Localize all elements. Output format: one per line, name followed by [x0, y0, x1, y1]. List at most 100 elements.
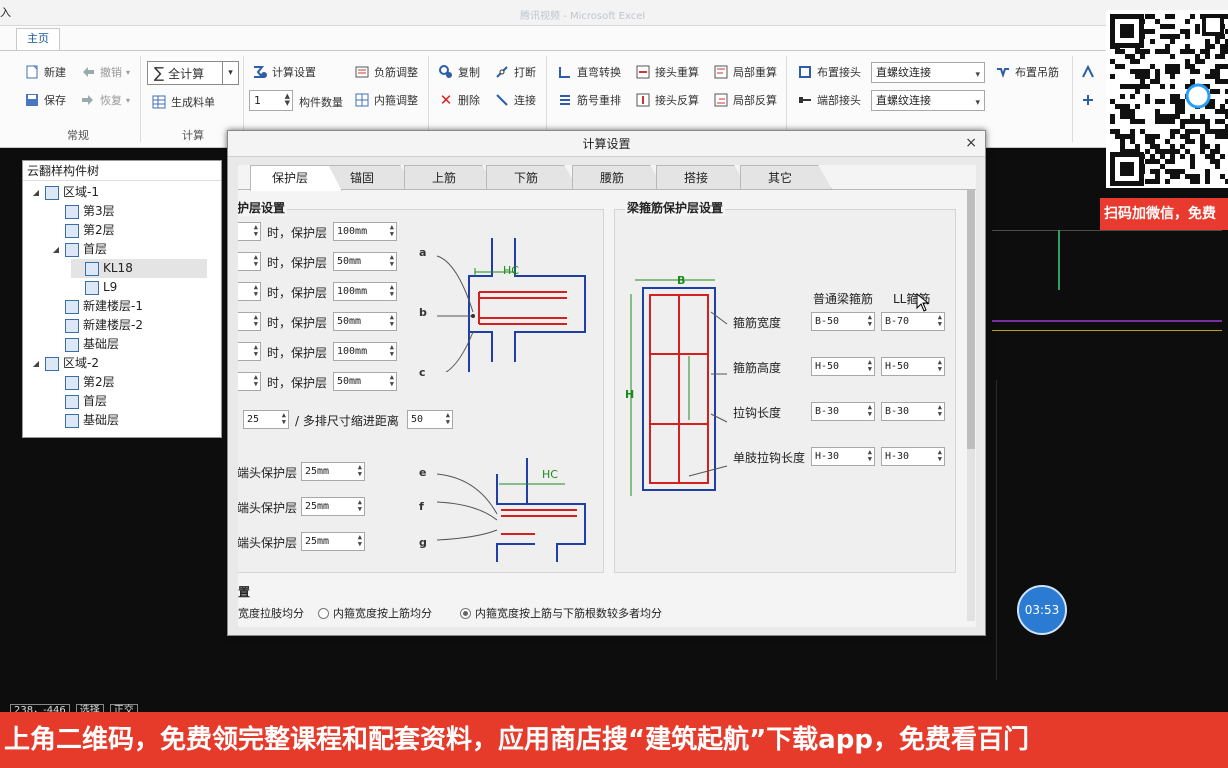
joint-type-select-2[interactable]: 直螺纹连接 ▾ [871, 90, 985, 111]
option-split-top[interactable]: 内箍宽度按上筋均分 [318, 605, 432, 621]
joint-recalc-button[interactable]: 接头重算 [635, 64, 699, 80]
multi-row-indent-stepper[interactable]: 50 ▲ ▼ [407, 410, 453, 429]
rebar-reorder-button[interactable]: 筋号重排 [557, 92, 621, 108]
cover-value-stepper[interactable]: 50mm ▲ ▼ [333, 372, 397, 391]
end-cover-stepper[interactable]: 25mm ▲ ▼ [301, 532, 365, 551]
cover-value-stepper[interactable]: 50mm ▲ ▼ [333, 252, 397, 271]
ll-stirrup-stepper[interactable]: B-30 ▲ ▼ [881, 402, 945, 421]
straight-bend-convert-button[interactable]: 直弯转换 [557, 64, 621, 80]
delete-button[interactable]: ✕ 删除 [438, 92, 480, 108]
expand-toggle-icon[interactable]: ◢ [31, 354, 41, 373]
spin-arrows-icon[interactable]: ▲ ▼ [358, 464, 362, 478]
tree-node[interactable]: 第2层 [51, 221, 115, 240]
spin-arrows-icon[interactable]: ▲ ▼ [390, 314, 394, 328]
tab-6[interactable]: 搭接 [656, 165, 748, 189]
tree-node[interactable]: 第3层 [51, 202, 115, 221]
connect-button[interactable]: 连接 [494, 92, 536, 108]
spin-arrows-icon[interactable]: ▲ ▼ [285, 93, 290, 107]
radio-selected-icon[interactable] [460, 607, 471, 619]
count-stepper[interactable]: 1 ▲ ▼ [249, 90, 293, 111]
tab-5[interactable]: 腰筋 [572, 165, 664, 189]
spin-arrows-icon[interactable]: ▲ ▼ [282, 412, 286, 426]
joint-type-select-1[interactable]: 直螺纹连接 ▾ [871, 62, 985, 83]
arrange-joint-button[interactable]: 布置接头 [797, 64, 861, 80]
local-reverse-button[interactable]: 局部反算 [713, 92, 777, 108]
tree-node[interactable]: 基础层 [51, 411, 119, 430]
arrange-hanger-button[interactable]: 布置吊筋 [995, 64, 1059, 80]
normal-stirrup-stepper[interactable]: B-30 ▲ ▼ [811, 402, 875, 421]
copy-button[interactable]: 复制 [438, 64, 480, 80]
spin-arrows-icon[interactable]: ▲ ▼ [254, 344, 258, 358]
radio-icon[interactable] [318, 607, 329, 619]
tree-node[interactable]: ◢ 区域-1 [31, 183, 99, 202]
tree-node[interactable]: 新建楼层-2 [51, 316, 143, 335]
ll-stirrup-stepper[interactable]: B-70 ▲ ▼ [881, 312, 945, 331]
spin-arrows-icon[interactable]: ▲ ▼ [254, 314, 258, 328]
calc-all-button[interactable]: ∑ 全计算 ▾ [147, 61, 239, 85]
undo-button[interactable]: 撤销 ▾ [80, 64, 130, 80]
condition-stepper[interactable]: ▲ ▼ [238, 222, 261, 241]
spin-arrows-icon[interactable]: ▲ ▼ [390, 374, 394, 388]
spin-arrows-icon[interactable]: ▲ ▼ [868, 314, 872, 328]
spin-arrows-icon[interactable]: ▲ ▼ [254, 254, 258, 268]
spin-arrows-icon[interactable]: ▲ ▼ [868, 359, 872, 373]
spin-arrows-icon[interactable]: ▲ ▼ [358, 534, 362, 548]
dialog-scrollbar[interactable] [967, 189, 975, 621]
tab-home[interactable]: 主页 [16, 28, 60, 50]
spin-arrows-icon[interactable]: ▲ ▼ [254, 224, 258, 238]
tree-node[interactable]: ◢ 区域-2 [31, 354, 99, 373]
cover-value-stepper[interactable]: 100mm ▲ ▼ [333, 342, 397, 361]
spin-arrows-icon[interactable]: ▲ ▼ [868, 449, 872, 463]
save-button[interactable]: 保存 [24, 92, 66, 108]
negative-rebar-adjust-button[interactable]: 负筋调整 [354, 64, 418, 80]
calc-settings-button[interactable]: 计算设置 [252, 64, 316, 80]
tab-3[interactable]: 上筋 [404, 165, 496, 189]
spin-arrows-icon[interactable]: ▲ ▼ [390, 254, 394, 268]
local-recalc-button[interactable]: 局部重算 [713, 64, 777, 80]
spin-arrows-icon[interactable]: ▲ ▼ [446, 412, 450, 426]
scroll-thumb[interactable] [967, 189, 975, 449]
spin-arrows-icon[interactable]: ▲ ▼ [390, 344, 394, 358]
spin-arrows-icon[interactable]: ▲ ▼ [938, 314, 942, 328]
multi-row-stepper[interactable]: 25 ▲ ▼ [243, 410, 289, 429]
end-cover-stepper[interactable]: 25mm ▲ ▼ [301, 462, 365, 481]
option-split-max[interactable]: 内箍宽度按上筋与下筋根数较多者均分 [460, 605, 662, 621]
generate-bom-button[interactable]: 生成料单 [151, 94, 215, 110]
tree-node[interactable]: 首层 [51, 392, 107, 411]
extra-tool-icon-2[interactable] [1080, 92, 1096, 108]
spin-arrows-icon[interactable]: ▲ ▼ [938, 404, 942, 418]
spin-arrows-icon[interactable]: ▲ ▼ [358, 499, 362, 513]
tab-4[interactable]: 下筋 [486, 165, 578, 189]
tree-node[interactable]: KL18 [71, 259, 207, 278]
end-cover-stepper[interactable]: 25mm ▲ ▼ [301, 497, 365, 516]
normal-stirrup-stepper[interactable]: H-30 ▲ ▼ [811, 447, 875, 466]
end-joint-button[interactable]: 端部接头 [797, 92, 861, 108]
spin-arrows-icon[interactable]: ▲ ▼ [938, 449, 942, 463]
chevron-down-icon[interactable]: ▾ [975, 94, 980, 113]
spin-arrows-icon[interactable]: ▲ ▼ [868, 404, 872, 418]
expand-toggle-icon[interactable]: ◢ [51, 240, 61, 259]
tree-node[interactable]: 基础层 [51, 335, 119, 354]
spin-arrows-icon[interactable]: ▲ ▼ [938, 359, 942, 373]
condition-stepper[interactable]: ▲ ▼ [238, 342, 261, 361]
cover-value-stepper[interactable]: 100mm ▲ ▼ [333, 222, 397, 241]
tab-1[interactable]: 保护层 [250, 165, 342, 191]
tab-7[interactable]: 其它 [740, 165, 832, 189]
redo-button[interactable]: 恢复 ▾ [80, 92, 130, 108]
ll-stirrup-stepper[interactable]: H-30 ▲ ▼ [881, 447, 945, 466]
new-button[interactable]: 新建 [24, 64, 66, 80]
spin-arrows-icon[interactable]: ▲ ▼ [254, 374, 258, 388]
tree-node[interactable]: L9 [71, 278, 117, 297]
inner-stirrup-adjust-button[interactable]: 内箍调整 [354, 92, 418, 108]
normal-stirrup-stepper[interactable]: H-50 ▲ ▼ [811, 357, 875, 376]
tree-node[interactable]: 新建楼层-1 [51, 297, 143, 316]
cover-value-stepper[interactable]: 100mm ▲ ▼ [333, 282, 397, 301]
spin-arrows-icon[interactable]: ▲ ▼ [390, 284, 394, 298]
spin-arrows-icon[interactable]: ▲ ▼ [390, 224, 394, 238]
close-icon[interactable]: × [965, 135, 977, 151]
tree-node[interactable]: 第2层 [51, 373, 115, 392]
cover-value-stepper[interactable]: 50mm ▲ ▼ [333, 312, 397, 331]
tree-node[interactable]: ◢ 首层 [51, 240, 107, 259]
condition-stepper[interactable]: ▲ ▼ [238, 282, 261, 301]
ll-stirrup-stepper[interactable]: H-50 ▲ ▼ [881, 357, 945, 376]
